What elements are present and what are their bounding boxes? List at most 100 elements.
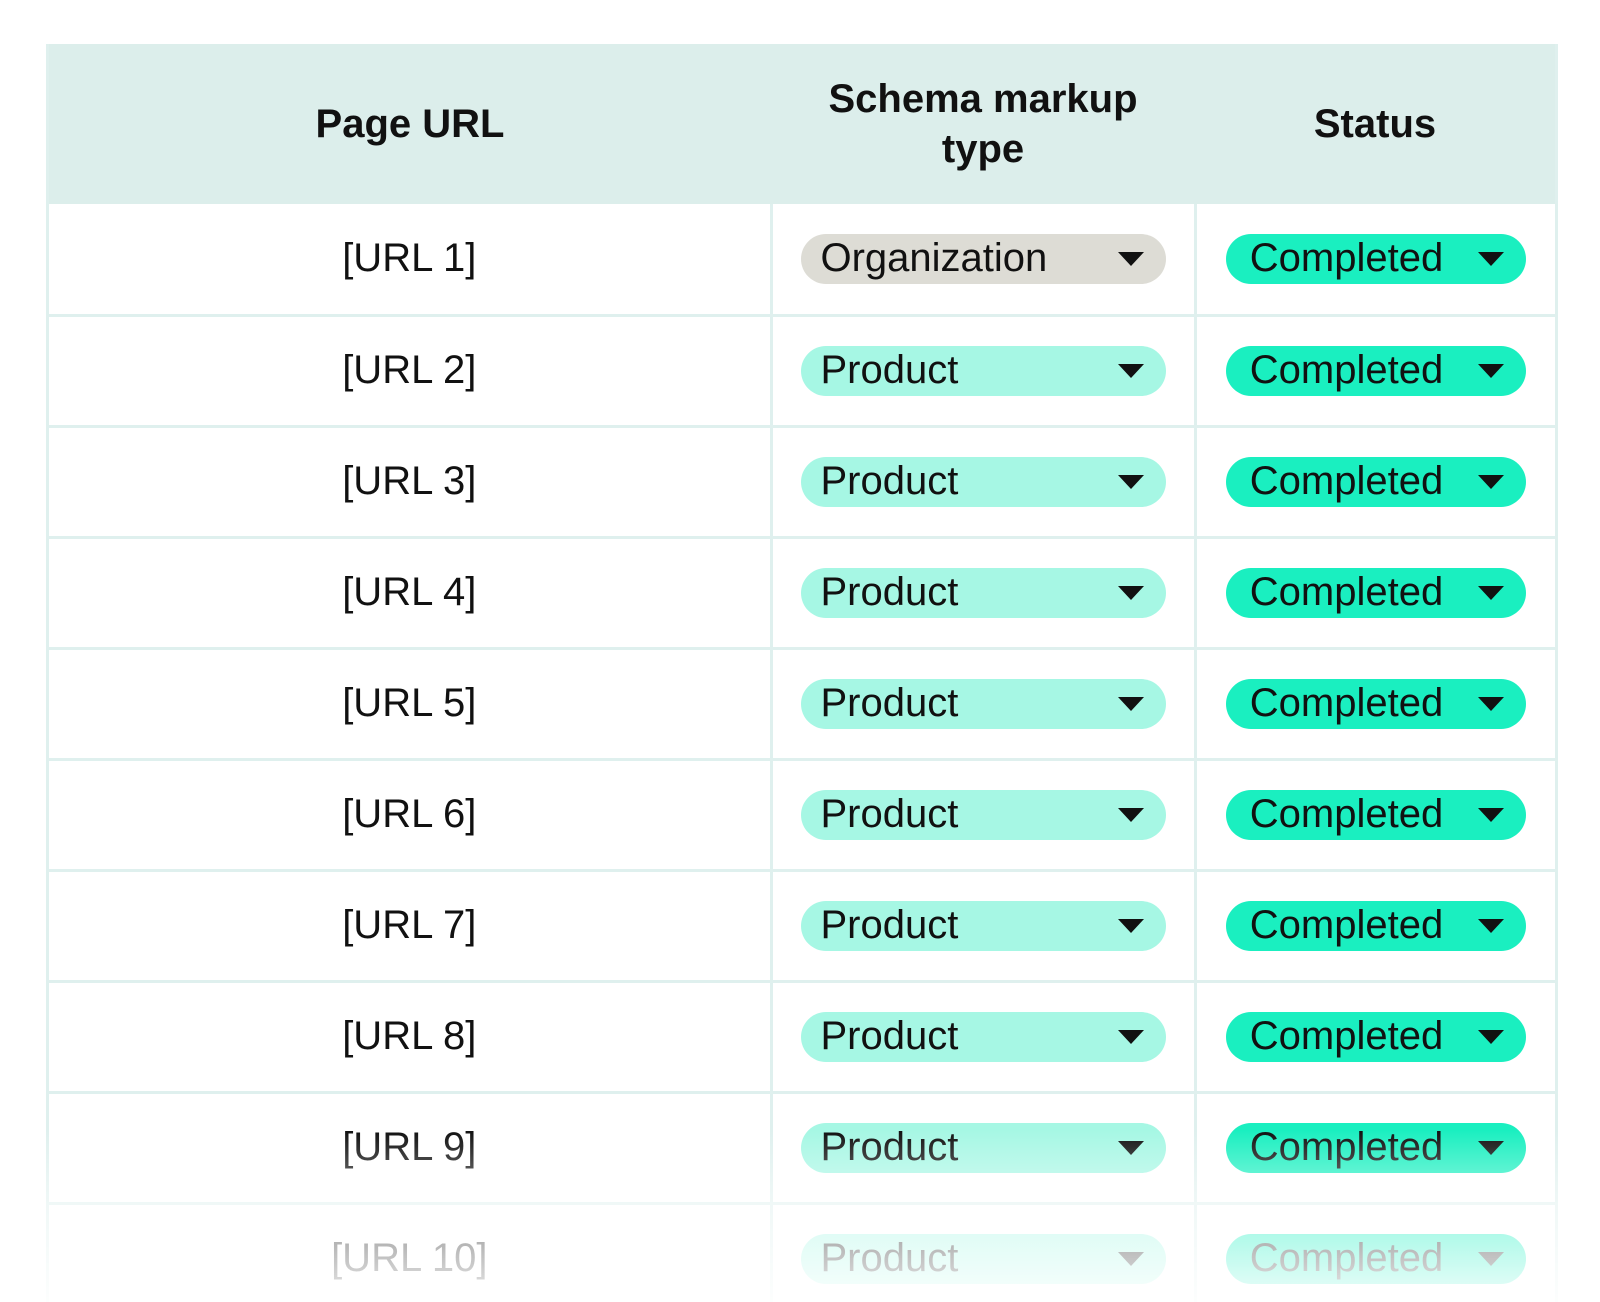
schema-markup-table-container: Page URL Schema markup type Status [URL … bbox=[46, 44, 1558, 1302]
table-row: [URL 8] Product Completed bbox=[49, 981, 1555, 1094]
status-value: Completed bbox=[1249, 348, 1444, 392]
schema-type-dropdown[interactable]: Product bbox=[800, 789, 1166, 840]
status-value: Completed bbox=[1249, 903, 1444, 947]
chevron-down-icon bbox=[1477, 1140, 1504, 1155]
type-cell: Product bbox=[769, 1203, 1195, 1302]
chevron-down-icon bbox=[1117, 1140, 1144, 1155]
url-cell: [URL 2] bbox=[49, 315, 771, 428]
status-value: Completed bbox=[1249, 1236, 1444, 1280]
table-row: [URL 9] Product Completed bbox=[49, 1092, 1555, 1205]
chevron-down-icon bbox=[1477, 251, 1504, 266]
status-cell: Completed bbox=[1193, 759, 1555, 872]
url-cell: [URL 7] bbox=[49, 870, 771, 983]
status-value: Completed bbox=[1249, 792, 1444, 836]
status-cell: Completed bbox=[1193, 315, 1555, 428]
chevron-down-icon bbox=[1117, 807, 1144, 822]
url-cell: [URL 8] bbox=[49, 981, 771, 1094]
schema-type-value: Product bbox=[820, 570, 959, 614]
type-cell: Organization bbox=[769, 204, 1195, 317]
status-cell: Completed bbox=[1193, 981, 1555, 1094]
status-dropdown[interactable]: Completed bbox=[1225, 345, 1526, 396]
chevron-down-icon bbox=[1477, 918, 1504, 933]
status-cell: Completed bbox=[1193, 1092, 1555, 1205]
url-cell: [URL 6] bbox=[49, 759, 771, 872]
schema-type-value: Product bbox=[820, 1014, 959, 1058]
schema-type-value: Product bbox=[820, 903, 959, 947]
status-cell: Completed bbox=[1193, 426, 1555, 539]
url-cell: [URL 1] bbox=[49, 204, 771, 317]
schema-type-dropdown[interactable]: Product bbox=[800, 1233, 1166, 1284]
chevron-down-icon bbox=[1117, 1029, 1144, 1044]
status-dropdown[interactable]: Completed bbox=[1225, 900, 1526, 951]
status-cell: Completed bbox=[1193, 648, 1555, 761]
chevron-down-icon bbox=[1117, 251, 1144, 266]
url-cell: [URL 5] bbox=[49, 648, 771, 761]
schema-type-dropdown[interactable]: Product bbox=[800, 678, 1166, 729]
type-cell: Product bbox=[769, 981, 1195, 1094]
status-dropdown[interactable]: Completed bbox=[1225, 678, 1526, 729]
chevron-down-icon bbox=[1117, 585, 1144, 600]
schema-type-value: Product bbox=[820, 1236, 959, 1280]
chevron-down-icon bbox=[1477, 363, 1504, 378]
table-header: Page URL Schema markup type Status bbox=[49, 44, 1555, 204]
schema-type-dropdown[interactable]: Product bbox=[800, 456, 1166, 507]
status-dropdown[interactable]: Completed bbox=[1225, 456, 1526, 507]
url-cell: [URL 10] bbox=[49, 1203, 771, 1302]
schema-type-value: Organization bbox=[820, 236, 1048, 281]
status-value: Completed bbox=[1249, 681, 1444, 725]
schema-type-dropdown[interactable]: Product bbox=[800, 345, 1166, 396]
type-cell: Product bbox=[769, 315, 1195, 428]
table-row: [URL 10] Product Completed bbox=[49, 1203, 1555, 1302]
status-dropdown[interactable]: Completed bbox=[1225, 1011, 1526, 1062]
chevron-down-icon bbox=[1477, 807, 1504, 822]
schema-type-value: Product bbox=[820, 792, 959, 836]
chevron-down-icon bbox=[1117, 363, 1144, 378]
schema-type-dropdown[interactable]: Product bbox=[800, 1011, 1166, 1062]
header-row: Page URL Schema markup type Status bbox=[49, 44, 1555, 204]
status-cell: Completed bbox=[1193, 537, 1555, 650]
status-dropdown[interactable]: Completed bbox=[1225, 567, 1526, 618]
table-row: [URL 2] Product Completed bbox=[49, 315, 1555, 428]
table-row: [URL 7] Product Completed bbox=[49, 870, 1555, 983]
schema-type-value: Product bbox=[820, 348, 959, 392]
table-row: [URL 4] Product Completed bbox=[49, 537, 1555, 650]
type-cell: Product bbox=[769, 426, 1195, 539]
chevron-down-icon bbox=[1477, 1029, 1504, 1044]
schema-type-dropdown[interactable]: Product bbox=[800, 900, 1166, 951]
status-value: Completed bbox=[1249, 1125, 1444, 1169]
status-value: Completed bbox=[1249, 1014, 1444, 1058]
table-row: [URL 6] Product Completed bbox=[49, 759, 1555, 872]
schema-type-value: Product bbox=[820, 1125, 959, 1169]
status-dropdown[interactable]: Completed bbox=[1225, 1233, 1526, 1284]
type-cell: Product bbox=[769, 648, 1195, 761]
status-dropdown[interactable]: Completed bbox=[1225, 789, 1526, 840]
header-page-url: Page URL bbox=[49, 44, 771, 204]
table-row: [URL 3] Product Completed bbox=[49, 426, 1555, 539]
chevron-down-icon bbox=[1117, 1251, 1144, 1266]
schema-type-dropdown[interactable]: Product bbox=[800, 1122, 1166, 1173]
type-cell: Product bbox=[769, 870, 1195, 983]
status-value: Completed bbox=[1249, 236, 1444, 281]
type-cell: Product bbox=[769, 537, 1195, 650]
url-cell: [URL 3] bbox=[49, 426, 771, 539]
type-cell: Product bbox=[769, 759, 1195, 872]
header-status: Status bbox=[1195, 44, 1555, 204]
status-cell: Completed bbox=[1193, 870, 1555, 983]
table-body: [URL 1] Organization Completed [URL 2] P… bbox=[49, 204, 1555, 1302]
schema-type-dropdown[interactable]: Product bbox=[800, 567, 1166, 618]
schema-markup-table: Page URL Schema markup type Status [URL … bbox=[49, 44, 1555, 1302]
schema-type-value: Product bbox=[820, 681, 959, 725]
chevron-down-icon bbox=[1477, 585, 1504, 600]
chevron-down-icon bbox=[1117, 918, 1144, 933]
status-cell: Completed bbox=[1193, 1203, 1555, 1302]
chevron-down-icon bbox=[1477, 474, 1504, 489]
status-dropdown[interactable]: Completed bbox=[1225, 233, 1526, 284]
table-row: [URL 5] Product Completed bbox=[49, 648, 1555, 761]
status-dropdown[interactable]: Completed bbox=[1225, 1122, 1526, 1173]
status-cell: Completed bbox=[1193, 204, 1555, 317]
status-value: Completed bbox=[1249, 459, 1444, 503]
url-cell: [URL 4] bbox=[49, 537, 771, 650]
chevron-down-icon bbox=[1117, 474, 1144, 489]
schema-type-dropdown[interactable]: Organization bbox=[800, 233, 1166, 284]
header-schema-markup-type: Schema markup type bbox=[771, 44, 1195, 204]
